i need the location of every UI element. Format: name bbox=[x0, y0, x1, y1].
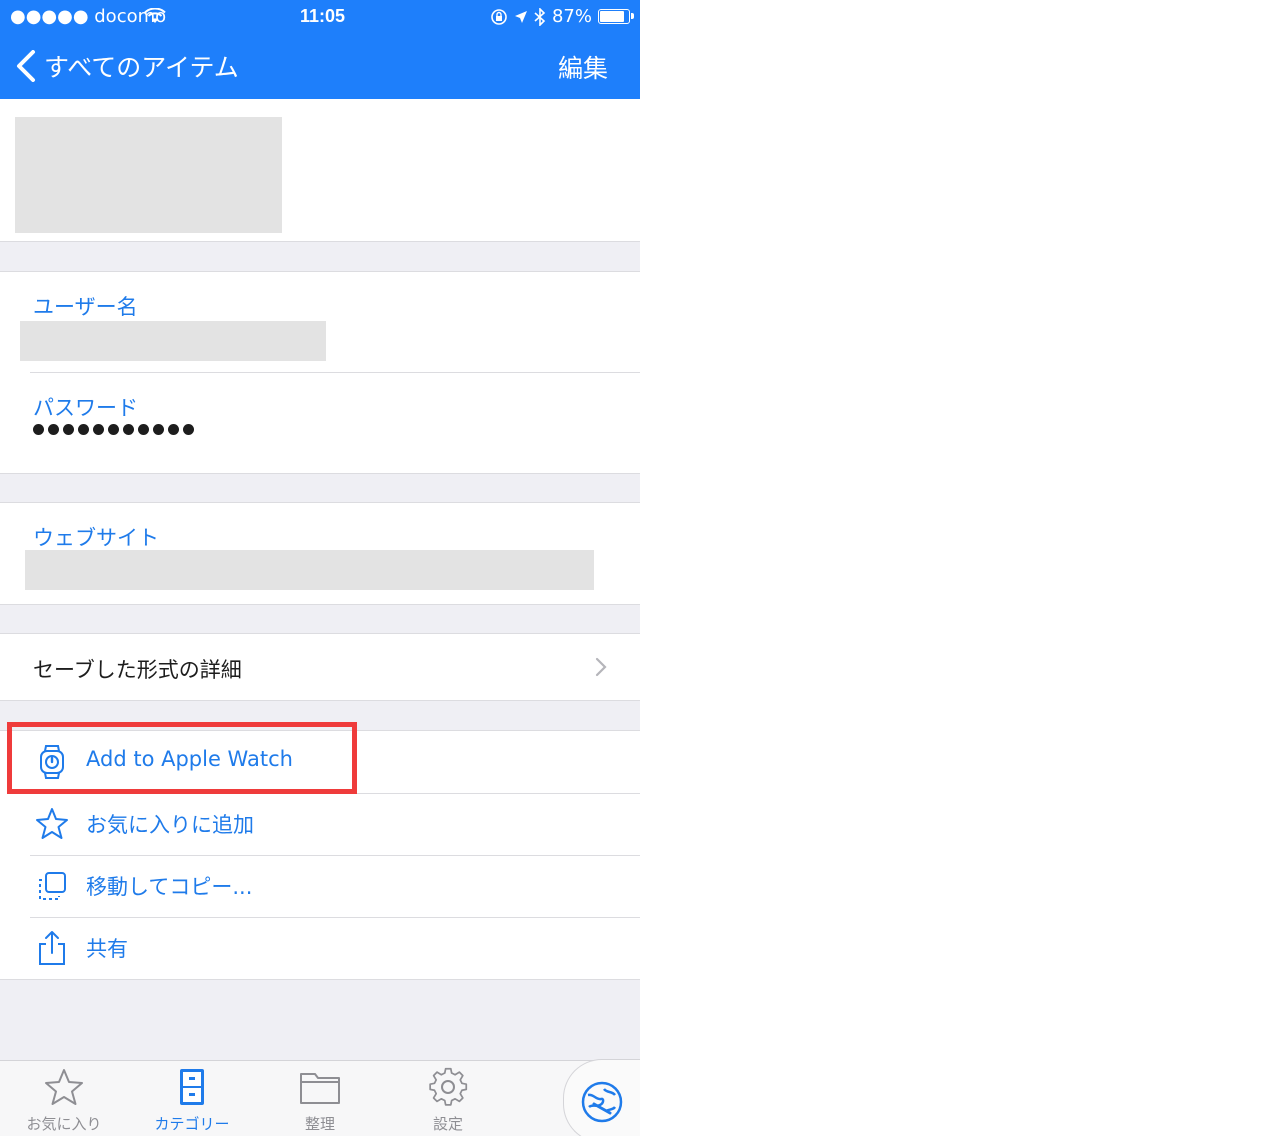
rotation-lock-icon bbox=[491, 8, 507, 25]
username-label: ユーザー名 bbox=[33, 295, 138, 319]
password-field[interactable]: パスワード bbox=[0, 373, 640, 473]
add-to-favorites-button[interactable]: お気に入りに追加 bbox=[0, 793, 640, 855]
tab-settings[interactable]: 設定 bbox=[384, 1067, 512, 1134]
tab-categories[interactable]: カテゴリー bbox=[128, 1067, 256, 1134]
move-copy-label: 移動してコピー... bbox=[86, 875, 253, 899]
saved-form-row[interactable]: セーブした形式の詳細 bbox=[0, 633, 640, 701]
tab-categories-label: カテゴリー bbox=[154, 1115, 230, 1133]
share-icon bbox=[39, 931, 65, 965]
back-button[interactable]: すべてのアイテム bbox=[16, 44, 239, 88]
share-button[interactable]: 共有 bbox=[0, 917, 640, 979]
password-dot bbox=[78, 424, 89, 435]
battery-level-fill bbox=[600, 11, 625, 22]
share-label: 共有 bbox=[86, 937, 128, 961]
tab-favorites-label: お気に入り bbox=[26, 1115, 102, 1133]
password-dot bbox=[168, 424, 179, 435]
tab-favorites[interactable]: お気に入り bbox=[0, 1067, 128, 1134]
app-screen: ●●●●● docomo 11:05 87% すべてのアイテム 編集 ユーザー名… bbox=[0, 0, 640, 1136]
navigation-bar: ●●●●● docomo 11:05 87% すべてのアイテム 編集 bbox=[0, 0, 640, 99]
back-button-label: すべてのアイテム bbox=[44, 53, 239, 82]
status-bar: ●●●●● docomo 11:05 87% bbox=[0, 0, 640, 34]
add-to-favorites-label: お気に入りに追加 bbox=[86, 813, 254, 837]
browser-button[interactable] bbox=[563, 1059, 640, 1136]
item-header bbox=[0, 99, 640, 242]
redacted-website-value bbox=[25, 550, 594, 590]
redacted-username-value bbox=[20, 321, 326, 361]
website-section: ウェブサイト bbox=[0, 502, 640, 605]
chevron-left-icon bbox=[17, 50, 35, 82]
credentials-section: ユーザー名 パスワード bbox=[0, 271, 640, 474]
password-dot bbox=[138, 424, 149, 435]
status-right-group: 87% bbox=[490, 6, 634, 27]
star-icon bbox=[36, 808, 68, 839]
password-dot bbox=[123, 424, 134, 435]
password-label: パスワード bbox=[33, 396, 138, 420]
password-dot bbox=[33, 424, 44, 435]
username-field[interactable]: ユーザー名 bbox=[0, 272, 640, 372]
move-copy-icon bbox=[39, 872, 66, 900]
password-dot bbox=[93, 424, 104, 435]
folder-icon bbox=[300, 1073, 340, 1104]
highlight-box bbox=[7, 722, 357, 794]
battery-icon bbox=[598, 9, 634, 24]
password-dot bbox=[153, 424, 164, 435]
bluetooth-icon bbox=[534, 7, 546, 26]
password-dot bbox=[108, 424, 119, 435]
battery-percent: 87% bbox=[551, 6, 592, 27]
tab-organize[interactable]: 整理 bbox=[256, 1067, 384, 1134]
redacted-item-title bbox=[15, 117, 282, 233]
password-dot bbox=[183, 424, 194, 435]
saved-form-label: セーブした形式の詳細 bbox=[33, 658, 242, 682]
edit-button[interactable]: 編集 bbox=[558, 49, 608, 85]
star-icon bbox=[45, 1069, 83, 1105]
globe-icon bbox=[581, 1081, 623, 1123]
chevron-right-icon bbox=[595, 657, 607, 677]
password-dot bbox=[48, 424, 59, 435]
website-field[interactable]: ウェブサイト bbox=[0, 503, 640, 603]
cabinet-icon bbox=[180, 1069, 204, 1105]
move-copy-button[interactable]: 移動してコピー... bbox=[0, 855, 640, 917]
password-mask bbox=[33, 424, 194, 435]
gear-icon bbox=[429, 1067, 468, 1106]
location-arrow-icon bbox=[514, 10, 527, 23]
password-dot bbox=[63, 424, 74, 435]
tab-bar: お気に入り カテゴリー 整理 設定 bbox=[0, 1060, 640, 1136]
tab-organize-label: 整理 bbox=[304, 1115, 335, 1133]
website-label: ウェブサイト bbox=[33, 526, 159, 550]
tab-settings-label: 設定 bbox=[432, 1115, 463, 1133]
